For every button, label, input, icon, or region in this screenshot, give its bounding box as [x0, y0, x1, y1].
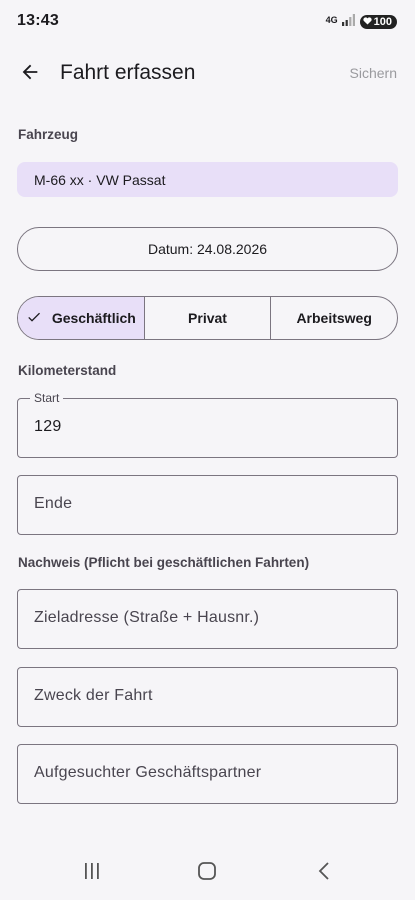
system-nav-bar [0, 848, 415, 900]
system-back-button[interactable] [310, 861, 338, 886]
vehicle-section-label: Fahrzeug [18, 127, 79, 142]
home-icon [197, 861, 217, 886]
chevron-left-icon [317, 861, 331, 886]
network-type: 4G [325, 14, 338, 25]
back-button[interactable] [14, 58, 46, 90]
odometer-start-field[interactable]: Start 129 [17, 391, 398, 458]
battery-level: 100 [373, 16, 392, 28]
recent-apps-button[interactable] [78, 862, 106, 884]
battery-indicator: 100 [359, 15, 397, 29]
status-icons: 4G 100 [326, 13, 397, 31]
odometer-start-label: Start [30, 391, 64, 405]
trip-type-private-label: Privat [188, 310, 227, 326]
heart-icon [363, 16, 372, 28]
trip-purpose-placeholder: Zweck der Fahrt [34, 687, 153, 704]
business-partner-field[interactable]: Aufgesuchter Geschäftspartner [17, 744, 398, 804]
vehicle-selector[interactable]: M-66 xx · VW Passat [17, 162, 398, 197]
destination-address-placeholder: Zieladresse (Straße + Hausnr.) [34, 609, 260, 626]
home-button[interactable] [193, 861, 221, 886]
save-button[interactable]: Sichern [350, 65, 397, 81]
recent-apps-icon [82, 862, 102, 885]
date-button[interactable]: Datum: 24.08.2026 [17, 227, 398, 271]
trip-type-private[interactable]: Privat [145, 297, 272, 339]
arrow-back-icon [19, 61, 41, 88]
trip-type-commute[interactable]: Arbeitsweg [271, 297, 397, 339]
signal-icon [341, 13, 356, 31]
trip-purpose-field[interactable]: Zweck der Fahrt [17, 667, 398, 727]
status-bar: 13:43 4G 100 [0, 0, 415, 42]
trip-type-commute-label: Arbeitsweg [296, 310, 372, 326]
trip-type-business[interactable]: Geschäftlich [18, 297, 145, 339]
destination-address-field[interactable]: Zieladresse (Straße + Hausnr.) [17, 589, 398, 649]
page-title: Fahrt erfassen [60, 61, 196, 84]
app-bar: Fahrt erfassen Sichern [0, 52, 415, 96]
odometer-end-placeholder: Ende [34, 495, 73, 512]
proof-section-label: Nachweis (Pflicht bei geschäftlichen Fah… [18, 555, 310, 570]
odometer-end-field[interactable]: Ende [17, 475, 398, 535]
status-time: 13:43 [17, 12, 59, 29]
check-icon [26, 309, 42, 328]
business-partner-placeholder: Aufgesuchter Geschäftspartner [34, 764, 262, 781]
odometer-start-value: 129 [34, 418, 62, 435]
trip-type-segmented-control: Geschäftlich Privat Arbeitsweg [17, 296, 398, 340]
odometer-section-label: Kilometerstand [18, 363, 117, 378]
vehicle-selected: M-66 xx · VW Passat [34, 172, 166, 188]
trip-type-business-label: Geschäftlich [51, 310, 136, 326]
